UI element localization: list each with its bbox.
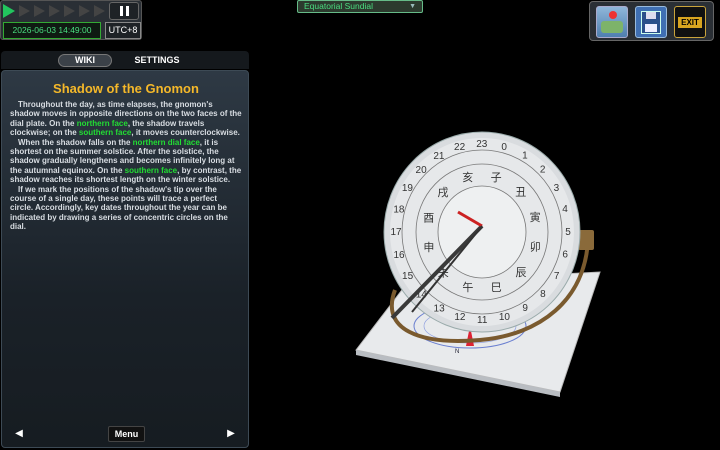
pause-icon-bar: [119, 6, 123, 16]
tabs-bar: WIKI SETTINGS: [1, 51, 249, 69]
dial-hour-label: 19: [402, 183, 414, 194]
wiki-paragraph: Throughout the day, as time elapses, the…: [10, 100, 242, 138]
dial-hour-label: 23: [476, 139, 488, 150]
dial-branch-label: 辰: [516, 266, 527, 279]
playback-panel: 2026-06-03 14:49:00 UTC+8: [0, 0, 142, 40]
save-button[interactable]: [635, 6, 667, 38]
speed-2-icon[interactable]: [19, 5, 30, 17]
map-icon: [601, 21, 623, 33]
dial-hour-label: 11: [477, 315, 488, 326]
compass-n-label: N: [455, 349, 459, 355]
speed-7-icon[interactable]: [94, 5, 105, 17]
pause-icon-bar: [125, 6, 129, 16]
dial-face: 012345678910111213141516171819202122 23子丑…: [383, 131, 581, 333]
speed-4-icon[interactable]: [49, 5, 60, 17]
highlight-term: northern face: [76, 118, 128, 128]
text-run: , it moves counterclockwise.: [131, 128, 240, 138]
pause-button[interactable]: [109, 2, 139, 20]
play-icon[interactable]: [3, 4, 15, 18]
speed-5-icon[interactable]: [64, 5, 75, 17]
wiki-body: Throughout the day, as time elapses, the…: [10, 100, 242, 232]
dial-hour-label: 3: [554, 183, 560, 194]
model-select[interactable]: Equatorial Sundial ▼: [297, 0, 423, 13]
dial-hour-label: 8: [540, 289, 546, 300]
sundial-scene[interactable]: N 012345678910111213141516171819202122 23…: [250, 42, 720, 450]
datetime-display[interactable]: 2026-06-03 14:49:00: [3, 22, 101, 39]
dial-hour-label: 9: [522, 303, 528, 314]
wiki-panel: Shadow of the Gnomon Throughout the day,…: [1, 70, 249, 448]
menu-button[interactable]: Menu: [108, 426, 145, 442]
dial-branch-label: 午: [462, 281, 473, 294]
dial-hour-label: 12: [454, 312, 466, 323]
speed-3-icon[interactable]: [34, 5, 45, 17]
text-run: When the shadow falls on the: [18, 137, 133, 147]
chevron-down-icon: ▼: [409, 3, 416, 10]
floppy-disk-icon: [641, 11, 661, 34]
location-pin-icon: [609, 11, 617, 19]
dial-hour-label: 17: [390, 227, 402, 238]
dial-hour-label: 18: [393, 204, 405, 215]
tab-wiki[interactable]: WIKI: [58, 54, 112, 67]
tool-panel: EXIT: [589, 1, 714, 41]
dial-branch-label: 丑: [515, 186, 526, 199]
exit-icon: EXIT: [678, 17, 702, 28]
dial-hour-label: 21: [433, 151, 445, 162]
dial-branch-label: 卯: [530, 241, 541, 254]
dial-hour-label: 20: [416, 165, 428, 176]
dial-hour-label: 4: [562, 204, 568, 215]
speed-6-icon[interactable]: [79, 5, 90, 17]
dial-hour-label: 7: [554, 271, 560, 282]
dial-hour-label: 16: [393, 250, 405, 261]
prev-page-icon[interactable]: ◀: [13, 428, 25, 440]
dial-hour-label: 22: [454, 142, 466, 153]
dial-branch-label: 酉: [423, 211, 434, 224]
dial-branch-label: 寅: [530, 210, 541, 224]
speed-controls: [3, 3, 108, 18]
next-page-icon[interactable]: ▶: [225, 428, 237, 440]
dial-branch-label: 申: [423, 241, 434, 254]
wiki-title: Shadow of the Gnomon: [53, 81, 199, 96]
dial-branch-label: 戌: [438, 186, 449, 199]
exit-button[interactable]: EXIT: [674, 6, 706, 38]
highlight-term: southern face: [78, 128, 132, 138]
dial-hour-label: 10: [499, 312, 511, 323]
highlight-term: northern dial face: [132, 137, 200, 147]
map-button[interactable]: [596, 6, 628, 38]
model-select-value: Equatorial Sundial: [304, 1, 373, 11]
dial-hour-label: 13: [434, 303, 446, 314]
wiki-paragraph: When the shadow falls on the northern di…: [10, 138, 242, 185]
timezone-button[interactable]: UTC+8: [105, 22, 141, 39]
dial-hour-label: 2: [540, 165, 546, 176]
wiki-paragraph: If we mark the positions of the shadow's…: [10, 184, 228, 232]
dial-hour-label: 5: [565, 227, 571, 238]
dial-branch-label: 子: [491, 171, 502, 184]
dial-hour-label: 6: [562, 250, 568, 261]
dial-branch-label: 亥: [462, 170, 473, 184]
dial-hour-label: 0: [501, 142, 507, 153]
dial-hour-label: 15: [402, 271, 414, 282]
dial-hour-label: 1: [522, 151, 528, 162]
highlight-term: southern face: [124, 165, 178, 175]
dial-branch-label: 巳: [491, 281, 502, 294]
tab-settings[interactable]: SETTINGS: [129, 54, 185, 67]
